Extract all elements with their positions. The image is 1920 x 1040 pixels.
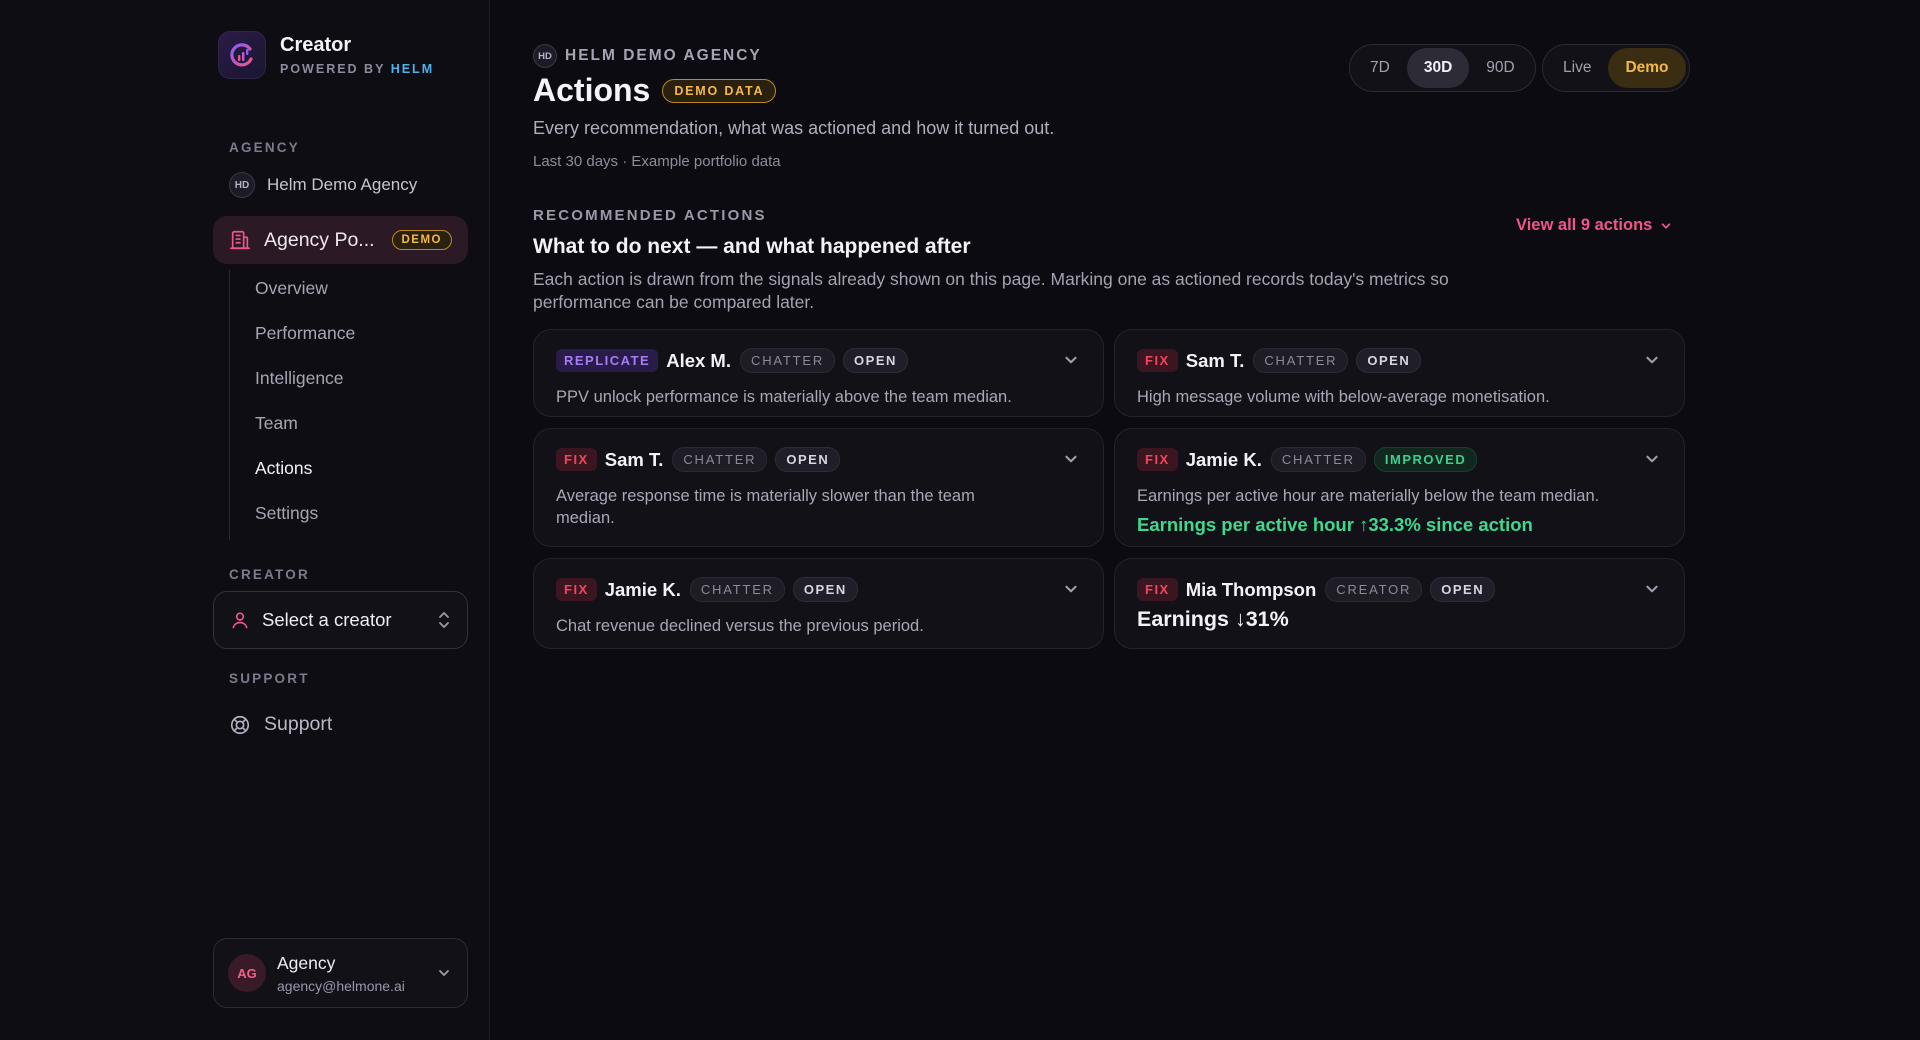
action-person: Mia Thompson	[1185, 578, 1317, 600]
action-type-tag: FIX	[1137, 448, 1178, 471]
action-person: Sam T.	[604, 448, 664, 470]
range-90d[interactable]: 90D	[1469, 48, 1531, 88]
status-badge: OPEN	[1356, 348, 1422, 373]
action-card[interactable]: REPLICATE Alex M. CHATTER OPEN PPV unloc…	[533, 329, 1104, 417]
period-note: Last 30 days · Example portfolio data	[533, 153, 781, 170]
action-type-tag: FIX	[556, 578, 597, 601]
action-description: Earnings per active hour are materially …	[1137, 487, 1600, 505]
breadcrumb-agency: HELM DEMO AGENCY	[565, 47, 762, 64]
demo-data-badge: DEMO DATA	[662, 78, 777, 103]
action-person: Jamie K.	[604, 578, 681, 600]
sidebar-item-team[interactable]: Team	[255, 413, 298, 434]
account-email: agency@helmone.ai	[277, 977, 405, 994]
view-all-actions-link[interactable]: View all 9 actions	[1516, 216, 1672, 235]
action-description: PPV unlock performance is materially abo…	[556, 388, 1012, 406]
breadcrumb: HD HELM DEMO AGENCY	[533, 44, 762, 68]
range-selector: 7D 30D 90D	[1349, 44, 1536, 92]
action-role: CHATTER	[672, 447, 768, 472]
action-role: CHATTER	[1253, 348, 1349, 373]
action-role: CHATTER	[689, 577, 785, 602]
lifebuoy-icon	[230, 715, 250, 734]
brand-powered-by: POWERED BY HELM	[280, 62, 435, 76]
range-30d[interactable]: 30D	[1406, 48, 1470, 88]
status-badge: OPEN	[775, 447, 841, 472]
agency-section-label: AGENCY	[229, 140, 300, 155]
building-icon	[230, 230, 250, 250]
avatar: AG	[228, 954, 266, 992]
action-type-tag: FIX	[1137, 578, 1178, 601]
chevron-down-icon[interactable]	[1063, 352, 1079, 368]
subnav: Overview Performance Intelligence Team A…	[229, 270, 355, 540]
support-section-label: SUPPORT	[229, 671, 310, 686]
mode-live[interactable]: Live	[1546, 48, 1608, 88]
status-badge: OPEN	[1430, 577, 1496, 602]
action-role: CREATOR	[1325, 577, 1423, 602]
support-label: Support	[264, 713, 333, 735]
action-result: Earnings ↓31%	[1137, 607, 1289, 631]
agency-switcher[interactable]: HD Helm Demo Agency	[229, 172, 417, 198]
action-description: Average response time is materially slow…	[556, 487, 975, 527]
sidebar: Creator POWERED BY HELM AGENCY HD Helm D…	[0, 0, 490, 1040]
action-card[interactable]: FIX Sam T. CHATTER OPEN Average response…	[533, 428, 1104, 547]
creator-select[interactable]: Select a creator	[213, 591, 468, 649]
sidebar-item-overview[interactable]: Overview	[255, 278, 328, 299]
page-subtitle: Every recommendation, what was actioned …	[533, 118, 1055, 138]
account-name: Agency	[277, 952, 336, 973]
agency-name: Helm Demo Agency	[267, 175, 418, 194]
action-type-tag: FIX	[556, 448, 597, 471]
sidebar-item-agency-portal[interactable]: Agency Po... DEMO	[213, 216, 468, 264]
action-card[interactable]: FIX Mia Thompson CREATOR OPEN Earnings ↓…	[1114, 558, 1685, 649]
chevron-up-down-icon	[439, 612, 449, 628]
action-person: Alex M.	[666, 349, 731, 371]
status-badge: OPEN	[792, 577, 858, 602]
action-type-tag: FIX	[1137, 349, 1178, 372]
action-person: Sam T.	[1185, 349, 1245, 371]
recommended-actions-label: RECOMMENDED ACTIONS	[533, 207, 767, 224]
range-7d[interactable]: 7D	[1353, 48, 1407, 88]
account-menu[interactable]: AG Agency agency@helmone.ai	[213, 938, 468, 1008]
sidebar-item-support[interactable]: Support	[229, 713, 332, 736]
action-role: CHATTER	[740, 348, 836, 373]
action-type-tag: REPLICATE	[556, 349, 659, 372]
action-result: Earnings per active hour ↑33.3% since ac…	[1137, 514, 1533, 535]
sidebar-item-actions[interactable]: Actions	[255, 458, 312, 479]
brand-name: Creator	[280, 34, 352, 56]
page-title: Actions	[533, 72, 651, 108]
sidebar-item-agency-portal-label: Agency Po...	[264, 228, 375, 251]
brand[interactable]: Creator POWERED BY HELM	[218, 31, 434, 79]
chevron-down-icon[interactable]	[1644, 581, 1660, 597]
action-card[interactable]: FIX Jamie K. CHATTER OPEN Chat revenue d…	[533, 558, 1104, 649]
chevron-down-icon	[1662, 222, 1671, 229]
creator-select-value: Select a creator	[262, 609, 392, 630]
demo-badge: DEMO	[391, 230, 452, 250]
sidebar-item-intelligence[interactable]: Intelligence	[255, 368, 344, 389]
recommended-heading: What to do next — and what happened afte…	[533, 235, 971, 258]
status-badge: IMPROVED	[1373, 447, 1478, 472]
chevron-down-icon[interactable]	[1644, 352, 1660, 368]
sidebar-item-settings[interactable]: Settings	[255, 503, 318, 524]
creator-section-label: CREATOR	[229, 567, 310, 582]
recommended-description: Each action is drawn from the signals al…	[533, 269, 1449, 312]
status-badge: OPEN	[843, 348, 908, 373]
chevron-down-icon	[439, 970, 449, 976]
action-person: Jamie K.	[1185, 448, 1262, 470]
chevron-down-icon[interactable]	[1644, 451, 1660, 467]
view-all-label: View all 9 actions	[1516, 216, 1653, 234]
action-description: High message volume with below-average m…	[1137, 388, 1550, 406]
agency-initials-badge: HD	[533, 44, 557, 68]
sidebar-item-performance[interactable]: Performance	[255, 323, 355, 344]
action-card[interactable]: FIX Sam T. CHATTER OPEN High message vol…	[1114, 329, 1685, 417]
mode-selector: Live Demo	[1542, 44, 1690, 92]
chevron-down-icon[interactable]	[1063, 451, 1079, 467]
action-role: CHATTER	[1270, 447, 1366, 472]
user-icon	[232, 612, 248, 629]
chevron-down-icon[interactable]	[1063, 581, 1079, 597]
brand-logo-icon	[218, 31, 266, 79]
action-description: Chat revenue declined versus the previou…	[556, 617, 924, 635]
action-card[interactable]: FIX Jamie K. CHATTER IMPROVED Earnings p…	[1114, 428, 1685, 547]
agency-initials-badge: HD	[229, 172, 255, 198]
mode-demo[interactable]: Demo	[1608, 48, 1686, 88]
